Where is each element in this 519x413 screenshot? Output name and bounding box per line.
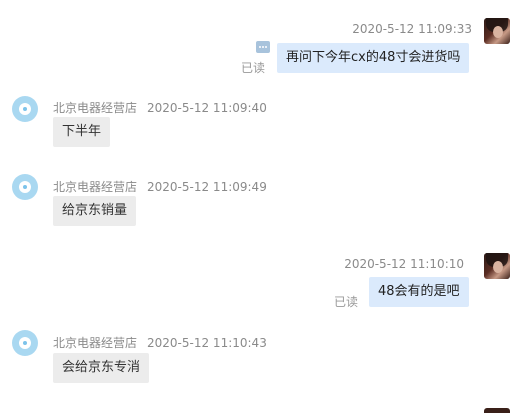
read-status: 已读 — [241, 61, 266, 75]
sender-name: 北京电器经营店 — [53, 336, 138, 350]
more-options-icon[interactable] — [256, 41, 270, 53]
read-status: 已读 — [334, 295, 359, 309]
user-avatar-icon — [484, 408, 510, 413]
user-avatar-icon[interactable] — [484, 253, 510, 279]
sender-name: 北京电器经营店 — [53, 180, 138, 194]
sender-name: 北京电器经营店 — [53, 101, 138, 115]
chat-bubble-incoming[interactable]: 下半年 — [53, 117, 111, 147]
user-avatar-icon[interactable] — [484, 18, 510, 44]
shop-avatar-icon[interactable] — [12, 330, 38, 356]
message-sender: 北京电器经营店 2020-5-12 11:10:43 — [53, 334, 267, 351]
message-timestamp: 2020-5-12 11:10:10 — [344, 257, 464, 271]
message-sender: 北京电器经营店 2020-5-12 11:09:40 — [53, 99, 267, 116]
message-timestamp: 2020-5-12 11:09:33 — [352, 22, 472, 36]
message-timestamp: 2020-5-12 11:10:43 — [147, 336, 267, 350]
message-sender: 北京电器经营店 2020-5-12 11:09:49 — [53, 178, 267, 195]
chat-bubble-outgoing[interactable]: 再问下今年cx的48寸会进货吗 — [277, 43, 470, 73]
chat-bubble-incoming[interactable]: 给京东销量 — [53, 196, 137, 226]
shop-avatar-icon[interactable] — [12, 96, 38, 122]
shop-avatar-icon[interactable] — [12, 174, 38, 200]
chat-bubble-incoming[interactable]: 会给京东专消 — [53, 353, 150, 383]
chat-bubble-outgoing[interactable]: 48会有的是吧 — [369, 277, 469, 307]
message-timestamp: 2020-5-12 11:09:49 — [147, 180, 267, 194]
message-timestamp: 2020-5-12 11:09:40 — [147, 101, 267, 115]
